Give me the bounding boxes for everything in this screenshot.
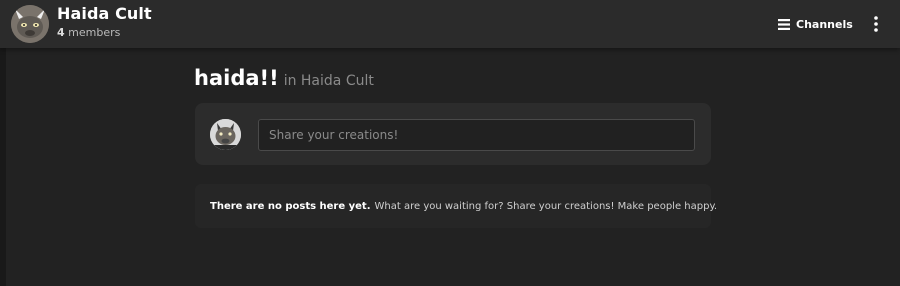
empty-state-title: There are no posts here yet. [210,200,371,212]
channels-label: Channels [796,17,853,31]
channels-button[interactable]: Channels [778,14,853,34]
group-header: Haida Cult 4 members Channels [0,0,900,48]
member-count-number: 4 [57,26,65,39]
empty-state-text: What are you waiting for? Share your cre… [374,200,718,212]
hamburger-menu-icon [778,18,790,30]
group-avatar-icon[interactable] [11,5,49,43]
more-options-button[interactable] [868,14,884,34]
member-count[interactable]: 4 members [57,26,120,39]
share-creations-input[interactable] [258,119,695,151]
kebab-menu-icon [874,16,878,32]
app-root: Haida Cult 4 members Channels haida!! in… [0,0,900,286]
empty-state-message: There are no posts here yet. What are yo… [195,184,717,228]
channel-name: haida!! [194,66,279,90]
page-title: haida!! in Haida Cult [194,66,374,90]
group-title[interactable]: Haida Cult [57,4,152,23]
user-avatar-icon[interactable] [210,119,241,150]
post-composer [195,103,711,165]
member-count-label: members [68,26,121,39]
group-context-label[interactable]: in Haida Cult [284,73,374,89]
